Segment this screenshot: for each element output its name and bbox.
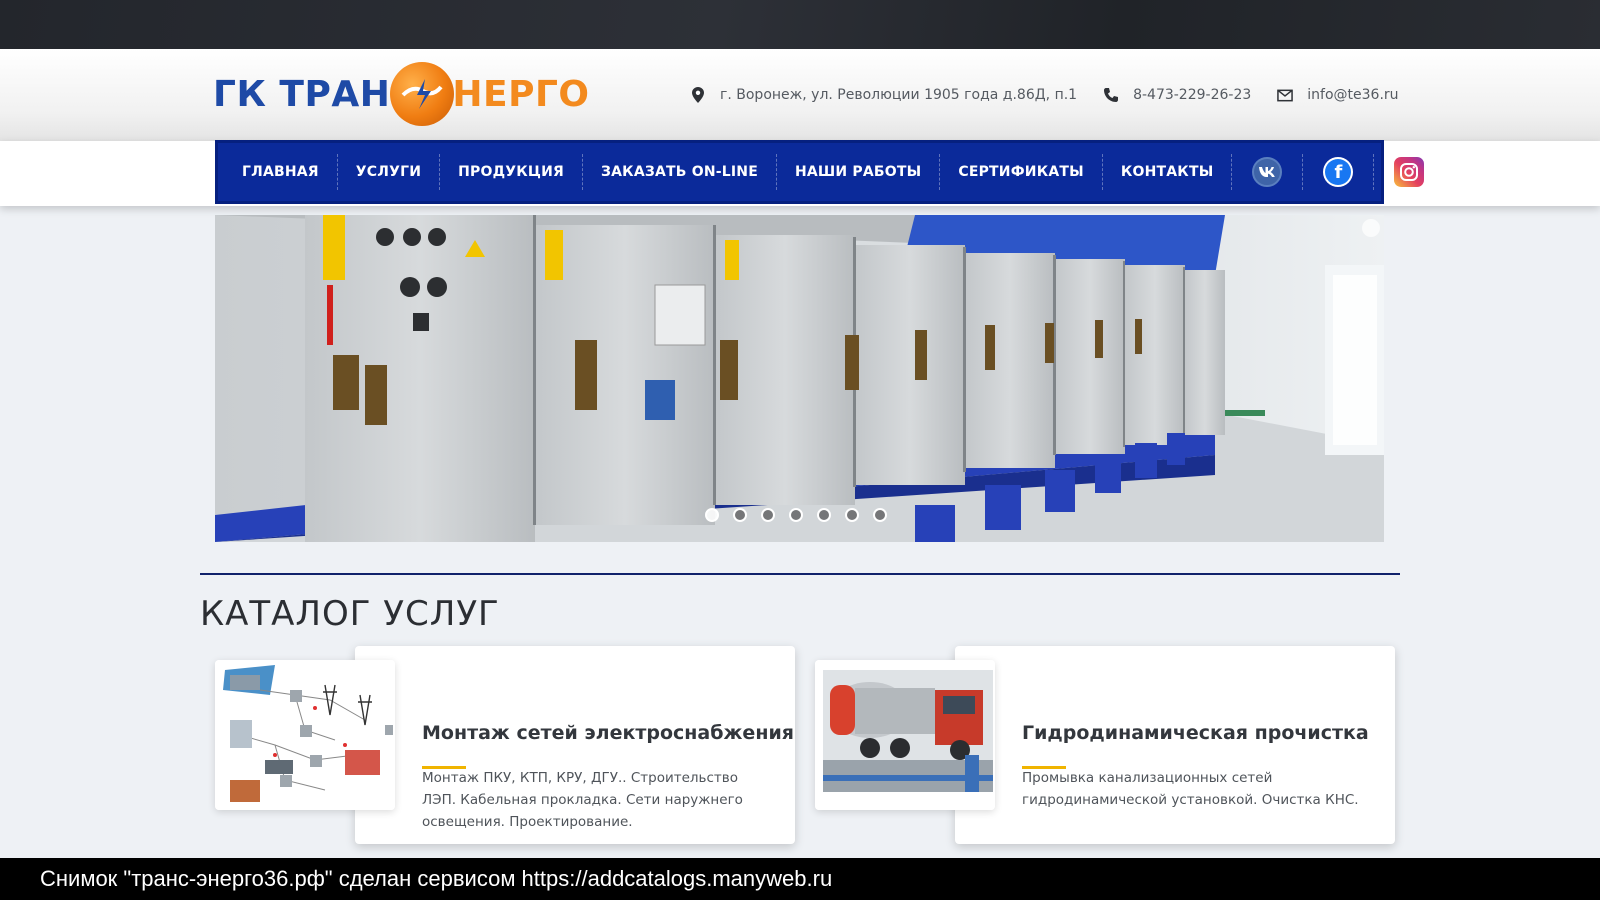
service-card-hydrodynamic[interactable] bbox=[955, 646, 1395, 844]
instagram-icon bbox=[1394, 157, 1425, 187]
contact-address: г. Воронеж, ул. Революции 1905 года д.86… bbox=[690, 87, 1077, 103]
contact-email[interactable]: info@te36.ru bbox=[1277, 87, 1399, 103]
logo-emblem-icon bbox=[390, 62, 455, 126]
card-title[interactable]: Гидродинамическая прочистка bbox=[1022, 722, 1369, 744]
slider-dot[interactable] bbox=[873, 508, 887, 522]
main-navigation: ГЛАВНАЯ УСЛУГИ ПРОДУКЦИЯ ЗАКАЗАТЬ ON-LIN… bbox=[215, 140, 1446, 204]
browser-top-bar bbox=[0, 0, 1600, 49]
phone-text: 8-473-229-26-23 bbox=[1133, 87, 1252, 103]
site-logo[interactable]: ГК ТРАН НЕРГО bbox=[213, 59, 590, 129]
phone-icon bbox=[1103, 87, 1119, 103]
logo-text-left: ГК ТРАН bbox=[213, 73, 391, 115]
vk-icon bbox=[1252, 157, 1283, 187]
card-title[interactable]: Монтаж сетей электроснабжения bbox=[422, 722, 794, 744]
envelope-icon bbox=[1277, 87, 1294, 103]
slider-dot[interactable] bbox=[733, 508, 747, 522]
nav-item-certificates[interactable]: СЕРТИФИКАТЫ bbox=[940, 154, 1103, 190]
slider-dot[interactable] bbox=[789, 508, 803, 522]
slider-dot[interactable] bbox=[761, 508, 775, 522]
web-page: ГК ТРАН НЕРГО г. Воронеж, ул. Революции … bbox=[0, 49, 1600, 858]
map-marker-icon bbox=[690, 87, 706, 103]
nav-item-services[interactable]: УСЛУГИ bbox=[338, 154, 441, 190]
slider-dot[interactable] bbox=[845, 508, 859, 522]
slider-pagination bbox=[705, 508, 901, 522]
facebook-icon: f bbox=[1323, 157, 1354, 187]
switchgear-photo bbox=[215, 215, 1384, 542]
instagram-link[interactable] bbox=[1374, 154, 1446, 190]
nav-item-our-works[interactable]: НАШИ РАБОТЫ bbox=[777, 154, 941, 190]
card-description: Промывка канализационных сетей гидродина… bbox=[1022, 770, 1359, 808]
nav-item-order-online[interactable]: ЗАКАЗАТЬ ON-LINE bbox=[583, 154, 777, 190]
vk-link[interactable] bbox=[1232, 154, 1304, 190]
catalog-title: КАТАЛОГ УСЛУГ bbox=[200, 594, 500, 634]
header-contacts: г. Воронеж, ул. Революции 1905 года д.86… bbox=[690, 77, 1399, 113]
electric-network-diagram-image bbox=[215, 660, 395, 810]
card-description: Монтаж ПКУ, КТП, КРУ, ДГУ.. Строительств… bbox=[422, 770, 743, 830]
sewer-truck-image bbox=[815, 660, 995, 810]
slider-dot[interactable] bbox=[817, 508, 831, 522]
slider-control-icon[interactable] bbox=[1362, 219, 1380, 237]
logo-text-right: НЕРГО bbox=[452, 73, 590, 115]
hero-slider[interactable] bbox=[215, 215, 1384, 542]
section-divider bbox=[200, 573, 1400, 575]
nav-item-contacts[interactable]: КОНТАКТЫ bbox=[1103, 154, 1233, 190]
contact-phone[interactable]: 8-473-229-26-23 bbox=[1103, 87, 1251, 103]
address-text: г. Воронеж, ул. Революции 1905 года д.86… bbox=[720, 87, 1078, 103]
screenshot-caption: Снимок "транс-энерго36.рф" сделан сервис… bbox=[0, 858, 1600, 900]
facebook-link[interactable]: f bbox=[1303, 154, 1375, 190]
email-text: info@te36.ru bbox=[1307, 87, 1399, 103]
nav-item-home[interactable]: ГЛАВНАЯ bbox=[224, 154, 338, 190]
slider-dot[interactable] bbox=[705, 508, 719, 522]
nav-item-products[interactable]: ПРОДУКЦИЯ bbox=[440, 154, 583, 190]
site-header: ГК ТРАН НЕРГО г. Воронеж, ул. Революции … bbox=[0, 49, 1600, 141]
